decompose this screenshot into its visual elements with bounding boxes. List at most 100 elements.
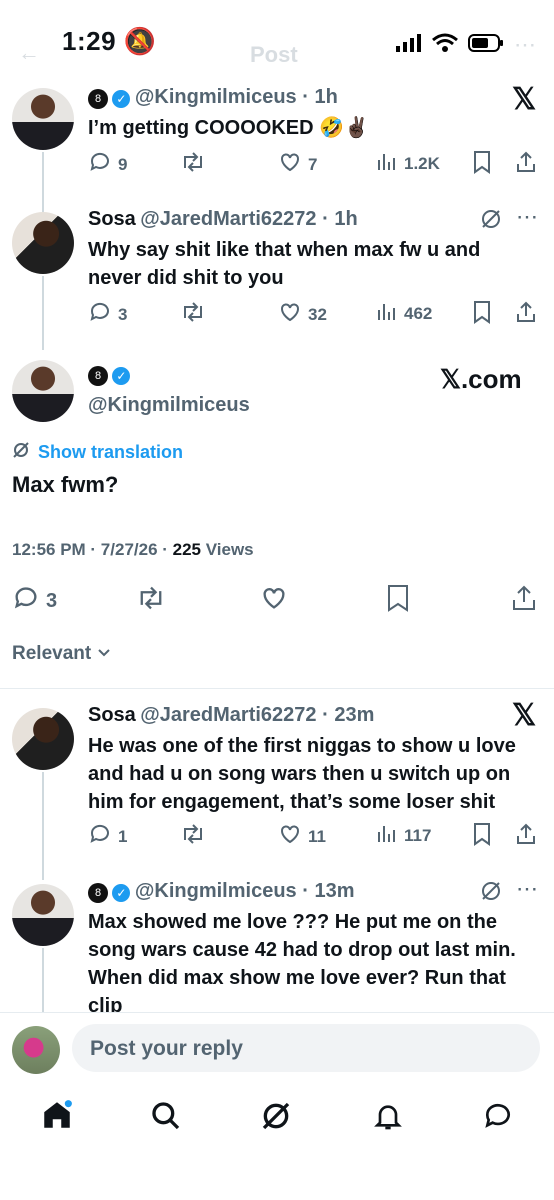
status-icons: ⋯ [396, 32, 536, 58]
message-icon [485, 1103, 510, 1128]
post-text: Max fwm? [12, 472, 119, 497]
grok-icon[interactable] [480, 880, 502, 907]
more-icon[interactable]: ⋯ [516, 204, 538, 230]
share-icon [514, 150, 538, 179]
author-badges: 8 ✓ [88, 366, 131, 386]
views-button[interactable]: 1.2K [376, 150, 440, 177]
speech-bubble-icon [88, 150, 112, 179]
like-button[interactable]: 7 [278, 150, 317, 179]
share-icon [514, 300, 538, 329]
notifications-tab[interactable] [372, 1100, 404, 1137]
repost-button[interactable] [180, 300, 206, 329]
home-tab[interactable] [40, 1098, 74, 1137]
repost-icon [180, 822, 206, 851]
grok-icon [262, 1102, 290, 1130]
speech-bubble-icon [88, 300, 112, 329]
user-handle[interactable]: @JaredMarti62272 [140, 704, 316, 726]
eight-ball-icon: 8 [88, 882, 108, 903]
divider [0, 1012, 554, 1013]
verified-icon: ✓ [112, 89, 131, 108]
user-handle[interactable]: @JaredMarti62272 [140, 208, 316, 230]
avatar[interactable] [12, 884, 74, 946]
avatar[interactable] [12, 708, 74, 770]
my-avatar[interactable] [12, 1026, 60, 1074]
like-button[interactable]: 32 [278, 300, 327, 329]
repost-icon [180, 300, 206, 329]
search-tab[interactable] [150, 1100, 182, 1137]
display-name[interactable]: Sosa [88, 704, 136, 726]
reply-input[interactable]: Post your reply [72, 1024, 540, 1072]
user-handle[interactable]: @Kingmilmiceus [135, 86, 297, 108]
views-button[interactable]: 117 [376, 822, 431, 849]
like-button[interactable] [260, 584, 288, 617]
share-icon [510, 584, 538, 617]
post-time: 23m [334, 704, 375, 726]
reply-button[interactable]: 1 [88, 822, 127, 851]
post-time: 13m [314, 880, 355, 902]
thread-line [42, 152, 44, 212]
display-name[interactable]: Sosa [88, 208, 136, 230]
sort-dropdown[interactable]: Relevant [12, 643, 111, 665]
repost-button[interactable] [136, 584, 166, 617]
back-icon[interactable]: ← [18, 40, 40, 66]
bookmark-button[interactable] [472, 300, 492, 329]
bookmark-button[interactable] [472, 150, 492, 179]
more-icon[interactable]: ⋯ [516, 876, 538, 902]
repost-icon [136, 584, 166, 617]
tweet-text: Max showed me love ??? He put me on the … [88, 911, 516, 1012]
share-button[interactable] [514, 150, 538, 179]
home-icon [44, 1100, 72, 1128]
wifi-icon [432, 33, 458, 58]
like-button[interactable]: 11 [278, 822, 326, 851]
repost-button[interactable] [180, 822, 206, 851]
grok-tab[interactable] [260, 1100, 292, 1137]
reply-button[interactable]: 3 [88, 300, 127, 329]
avatar[interactable] [12, 88, 74, 150]
verified-icon: ✓ [112, 883, 131, 902]
reply-button[interactable]: 9 [88, 150, 127, 179]
chevron-down-icon [97, 645, 111, 663]
speech-bubble-icon [88, 822, 112, 851]
messages-tab[interactable] [482, 1100, 514, 1137]
share-button[interactable] [514, 300, 538, 329]
views-button[interactable]: 462 [376, 300, 432, 327]
bar-chart-icon [376, 822, 398, 849]
heart-icon [278, 150, 302, 179]
avatar[interactable] [12, 212, 74, 274]
eight-ball-icon: 8 [88, 88, 108, 109]
grok-icon[interactable] [480, 208, 502, 235]
search-icon [152, 1102, 180, 1130]
repost-icon [180, 150, 206, 179]
bookmark-button[interactable] [472, 822, 492, 851]
status-time: 1:29 🔕 [62, 26, 157, 56]
tweet-header: 8 ✓ @Kingmilmiceus · 13m [88, 880, 354, 903]
x-logo-icon: 𝕏 [512, 83, 537, 116]
bar-chart-icon [376, 150, 398, 177]
user-handle[interactable]: @Kingmilmiceus [135, 880, 297, 902]
post-time: 1h [334, 208, 358, 230]
user-handle[interactable]: @Kingmilmiceus [88, 394, 250, 417]
grok-icon [12, 441, 30, 464]
page-title: Post [250, 42, 298, 67]
avatar[interactable] [12, 360, 74, 422]
bookmark-icon [386, 584, 410, 617]
post-timestamp: 12:56 PM · 7/27/26 · 225 Views [12, 540, 254, 559]
more-icon[interactable]: ⋯ [514, 32, 536, 58]
share-button[interactable] [510, 584, 538, 617]
share-button[interactable] [514, 822, 538, 851]
bookmark-button[interactable] [386, 584, 410, 617]
heart-icon [278, 822, 302, 851]
tweet-header: 8 ✓ @Kingmilmiceus · 1h [88, 86, 338, 109]
repost-button[interactable] [180, 150, 206, 179]
bell-icon [374, 1105, 402, 1130]
show-translation-link[interactable]: Show translation [12, 441, 183, 464]
tweet-text: He was one of the first niggas to show u… [88, 735, 516, 813]
silent-icon: 🔕 [123, 26, 157, 56]
heart-icon [260, 584, 288, 617]
bookmark-icon [472, 150, 492, 179]
bookmark-icon [472, 300, 492, 329]
reply-button[interactable]: 3 [12, 584, 57, 618]
signal-icon [396, 33, 422, 57]
tweet-header: Sosa @JaredMarti62272 · 23m [88, 704, 375, 726]
thread-line [42, 772, 44, 880]
